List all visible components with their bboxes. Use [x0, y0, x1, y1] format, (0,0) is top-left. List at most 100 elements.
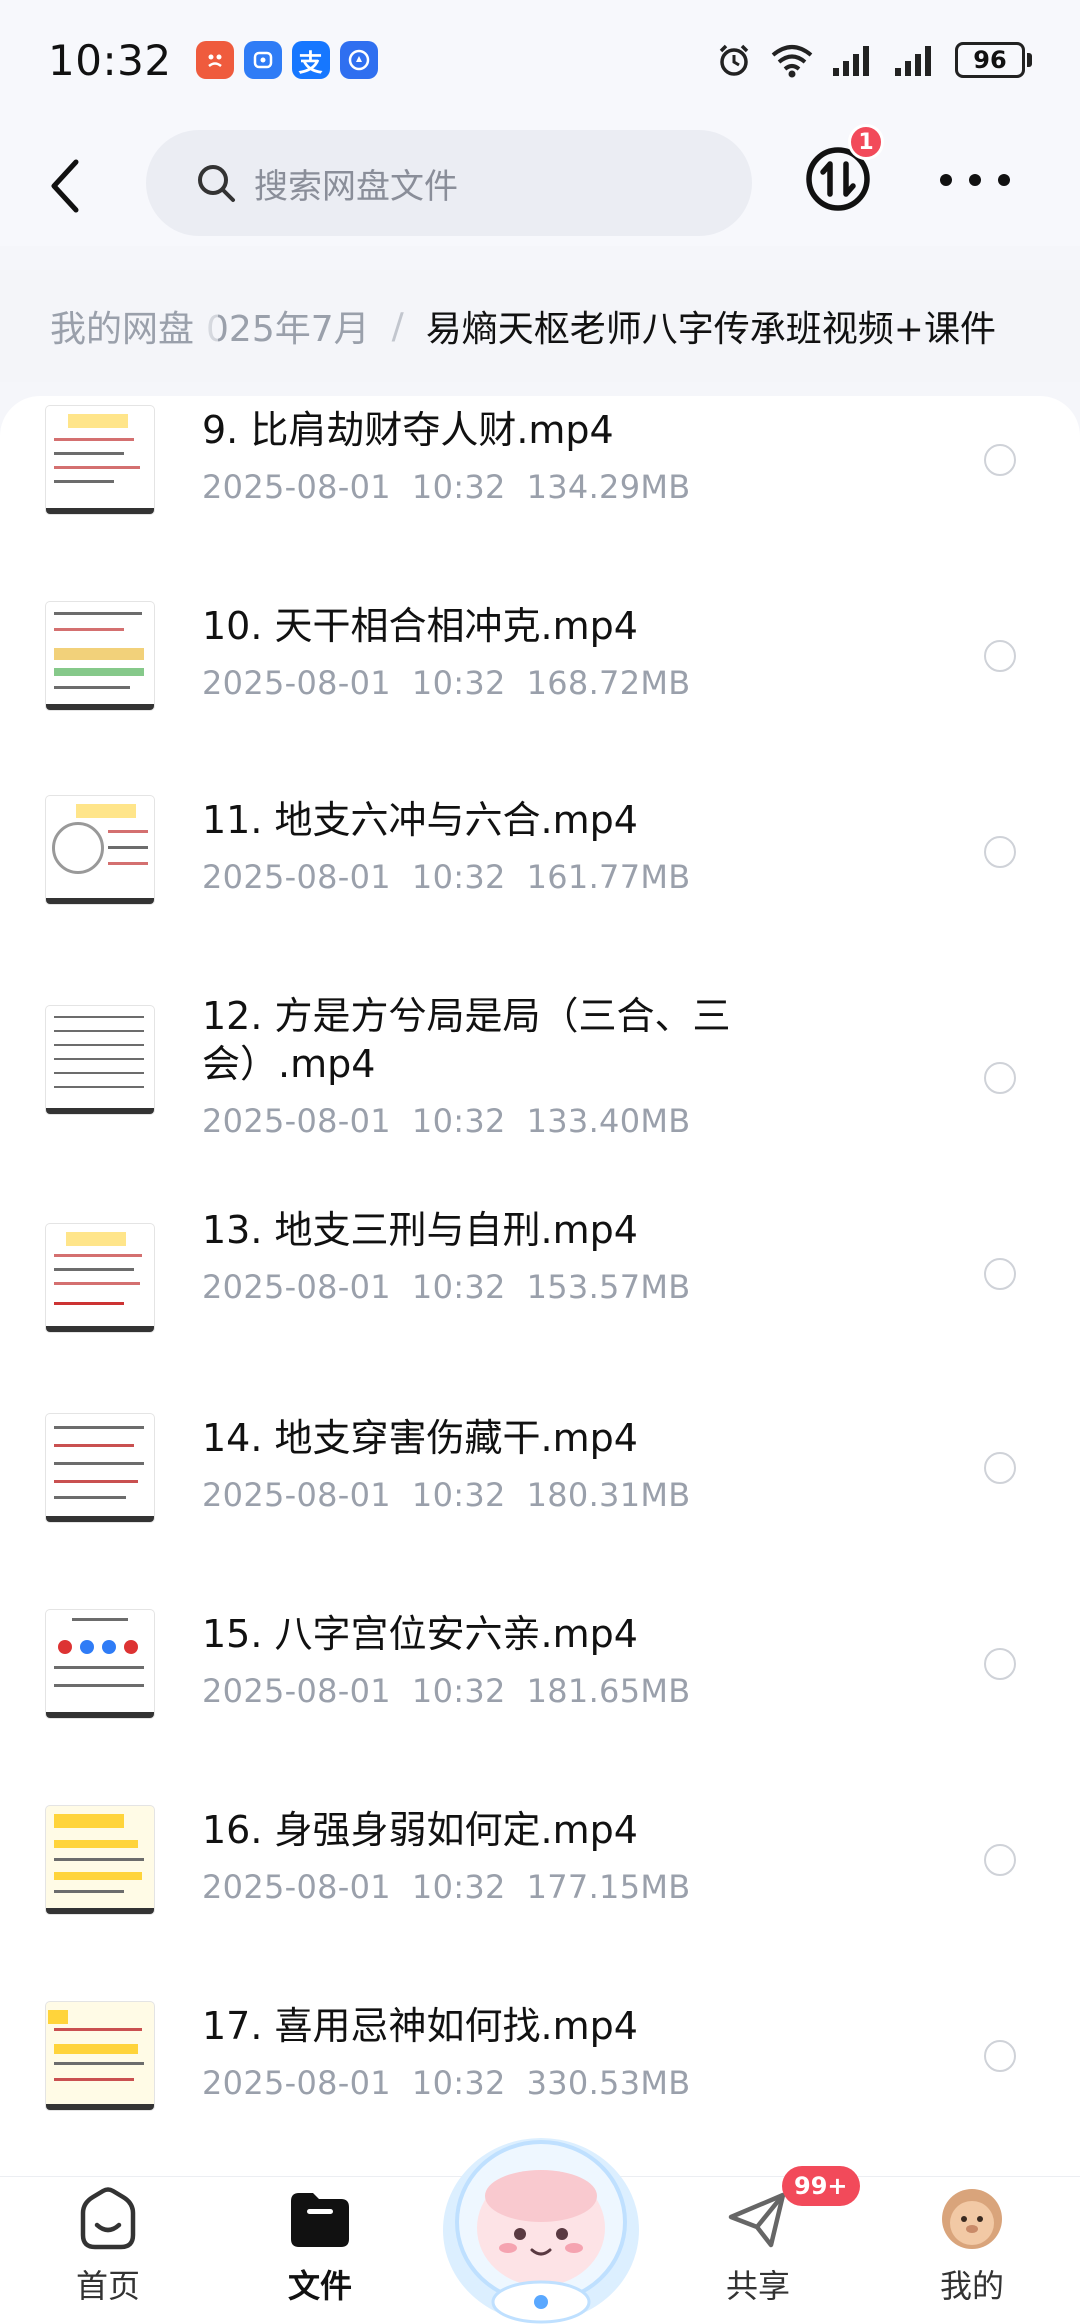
breadcrumb-root[interactable]: 我的网盘 — [0, 300, 219, 352]
video-thumbnail — [46, 1806, 154, 1914]
select-radio[interactable] — [984, 1648, 1016, 1680]
file-name: 9. 比肩劫财夺人财.mp4 — [202, 408, 614, 452]
file-time: 10:32 — [411, 1268, 506, 1306]
file-meta: 2025-08-01 10:32 134.29MB — [202, 468, 762, 506]
file-row[interactable]: 17. 喜用忌神如何找.mp4 2025-08-01 10:32 330.53M… — [0, 1926, 1080, 2122]
video-thumbnail — [46, 796, 154, 904]
tab-home[interactable]: 首页 — [28, 2187, 188, 2317]
file-row[interactable]: 11. 地支六冲与六合.mp4 2025-08-01 10:32 161.77M… — [0, 722, 1080, 918]
file-size: 133.40MB — [526, 1102, 691, 1140]
file-name: 13. 地支三刑与自刑.mp4 — [202, 1208, 638, 1252]
select-radio[interactable] — [984, 444, 1016, 476]
file-row[interactable]: 15. 八字宫位安六亲.mp4 2025-08-01 10:32 181.65M… — [0, 1534, 1080, 1730]
file-name: 14. 地支穿害伤藏干.mp4 — [202, 1416, 638, 1460]
file-row[interactable]: 9. 比肩劫财夺人财.mp4 2025-08-01 10:32 134.29MB — [0, 396, 1080, 526]
select-radio[interactable] — [984, 640, 1016, 672]
file-time: 10:32 — [411, 664, 506, 702]
file-time: 10:32 — [411, 2064, 506, 2102]
file-name: 16. 身强身弱如何定.mp4 — [202, 1808, 638, 1852]
file-meta: 2025-08-01 10:32 177.15MB — [202, 1868, 762, 1906]
more-dot — [940, 174, 952, 186]
file-name: 11. 地支六冲与六合.mp4 — [202, 798, 638, 842]
file-row[interactable]: 13. 地支三刑与自刑.mp4 2025-08-01 10:32 153.57M… — [0, 1144, 1080, 1338]
select-radio[interactable] — [984, 2040, 1016, 2072]
file-time: 10:32 — [411, 858, 506, 896]
home-icon — [80, 2187, 136, 2250]
select-radio[interactable] — [984, 1452, 1016, 1484]
file-size: 134.29MB — [526, 468, 691, 506]
file-size: 161.77MB — [526, 858, 691, 896]
breadcrumb-current: 易熵天枢老师八字传承班视频+课件 — [425, 309, 996, 350]
blue-hand-app-icon — [339, 41, 378, 79]
breadcrumb-folder[interactable]: 025年7月 — [206, 300, 370, 352]
more-dot — [998, 174, 1010, 186]
breadcrumb-separator: / — [391, 305, 404, 347]
video-thumbnail — [46, 1006, 154, 1114]
select-radio[interactable] — [984, 1844, 1016, 1876]
video-thumbnail — [46, 1610, 154, 1718]
select-radio[interactable] — [984, 1062, 1016, 1094]
tab-me[interactable]: 我的 — [892, 2187, 1052, 2317]
file-meta: 2025-08-01 10:32 133.40MB — [202, 1102, 762, 1140]
file-info: 14. 地支穿害伤藏干.mp4 2025-08-01 10:32 180.31M… — [202, 1414, 762, 1514]
search-bar[interactable]: 搜索网盘文件 — [146, 130, 752, 236]
battery-level: 96 — [955, 42, 1025, 78]
select-radio[interactable] — [984, 836, 1016, 868]
top-bar: 搜索网盘文件 1 — [0, 120, 1080, 246]
file-list: 9. 比肩劫财夺人财.mp4 2025-08-01 10:32 134.29MB… — [0, 396, 1080, 2176]
file-size: 168.72MB — [526, 664, 691, 702]
video-thumbnail — [46, 406, 154, 514]
file-size: 180.31MB — [526, 1476, 691, 1514]
file-meta: 2025-08-01 10:32 180.31MB — [202, 1476, 762, 1514]
file-meta: 2025-08-01 10:32 153.57MB — [202, 1268, 762, 1306]
file-row[interactable]: 10. 天干相合相冲克.mp4 2025-08-01 10:32 168.72M… — [0, 526, 1080, 722]
alipay-icon: 支 — [291, 41, 330, 79]
file-name: 17. 喜用忌神如何找.mp4 — [202, 2004, 638, 2048]
back-button[interactable] — [40, 156, 90, 216]
alarm-icon — [715, 41, 753, 79]
video-thumbnail — [46, 1414, 154, 1522]
file-name: 12. 方是方兮局是局（三合、三会）.mp4 — [202, 994, 731, 1086]
signal-2-icon — [893, 42, 939, 78]
file-row[interactable]: 16. 身强身弱如何定.mp4 2025-08-01 10:32 177.15M… — [0, 1730, 1080, 1926]
file-meta: 2025-08-01 10:32 181.65MB — [202, 1672, 762, 1710]
more-options-button[interactable] — [940, 160, 1010, 200]
file-info: 17. 喜用忌神如何找.mp4 2025-08-01 10:32 330.53M… — [202, 2002, 762, 2102]
search-icon — [198, 165, 235, 202]
file-size: 177.15MB — [526, 1868, 691, 1906]
signal-1-icon — [831, 42, 877, 78]
chevron-left-icon — [51, 159, 79, 213]
ai-assistant-mascot-button[interactable] — [436, 2110, 646, 2324]
app-screen: 10:32 支 96 搜索网盘文件 1 我的网盘 025年7月 / 易熵天枢老师… — [0, 0, 1080, 2324]
tab-files[interactable]: 文件 — [240, 2187, 400, 2317]
file-time: 10:32 — [411, 1102, 506, 1140]
tab-files-label: 文件 — [287, 2267, 352, 2305]
file-name: 15. 八字宫位安六亲.mp4 — [202, 1612, 638, 1656]
file-row[interactable]: 14. 地支穿害伤藏干.mp4 2025-08-01 10:32 180.31M… — [0, 1338, 1080, 1534]
file-date: 2025-08-01 — [202, 1868, 391, 1906]
battery-indicator: 96 — [955, 42, 1032, 78]
file-meta: 2025-08-01 10:32 168.72MB — [202, 664, 762, 702]
file-date: 2025-08-01 — [202, 2064, 391, 2102]
file-date: 2025-08-01 — [202, 858, 391, 896]
file-info: 9. 比肩劫财夺人财.mp4 2025-08-01 10:32 134.29MB — [202, 406, 762, 506]
file-row[interactable]: 12. 方是方兮局是局（三合、三会）.mp4 2025-08-01 10:32 … — [0, 918, 1080, 1144]
status-bar: 10:32 支 96 — [0, 0, 1080, 120]
file-info: 16. 身强身弱如何定.mp4 2025-08-01 10:32 177.15M… — [202, 1806, 762, 1906]
select-radio[interactable] — [984, 1258, 1016, 1290]
file-time: 10:32 — [411, 1672, 506, 1710]
video-thumbnail — [46, 1224, 154, 1332]
folder-icon — [291, 2193, 349, 2247]
tab-share[interactable]: 共享 — [678, 2187, 838, 2317]
file-date: 2025-08-01 — [202, 1476, 391, 1514]
avatar — [942, 2189, 1002, 2249]
blue-app-icon — [243, 41, 282, 79]
breadcrumb: 我的网盘 025年7月 / 易熵天枢老师八字传承班视频+课件 — [0, 270, 1080, 382]
file-size: 181.65MB — [526, 1672, 691, 1710]
file-date: 2025-08-01 — [202, 1672, 391, 1710]
tab-share-label: 共享 — [725, 2267, 790, 2305]
transfer-count-badge: 1 — [848, 124, 884, 160]
battery-tip — [1027, 53, 1032, 67]
file-info: 12. 方是方兮局是局（三合、三会）.mp4 2025-08-01 10:32 … — [202, 992, 762, 1140]
file-info: 13. 地支三刑与自刑.mp4 2025-08-01 10:32 153.57M… — [202, 1206, 762, 1306]
